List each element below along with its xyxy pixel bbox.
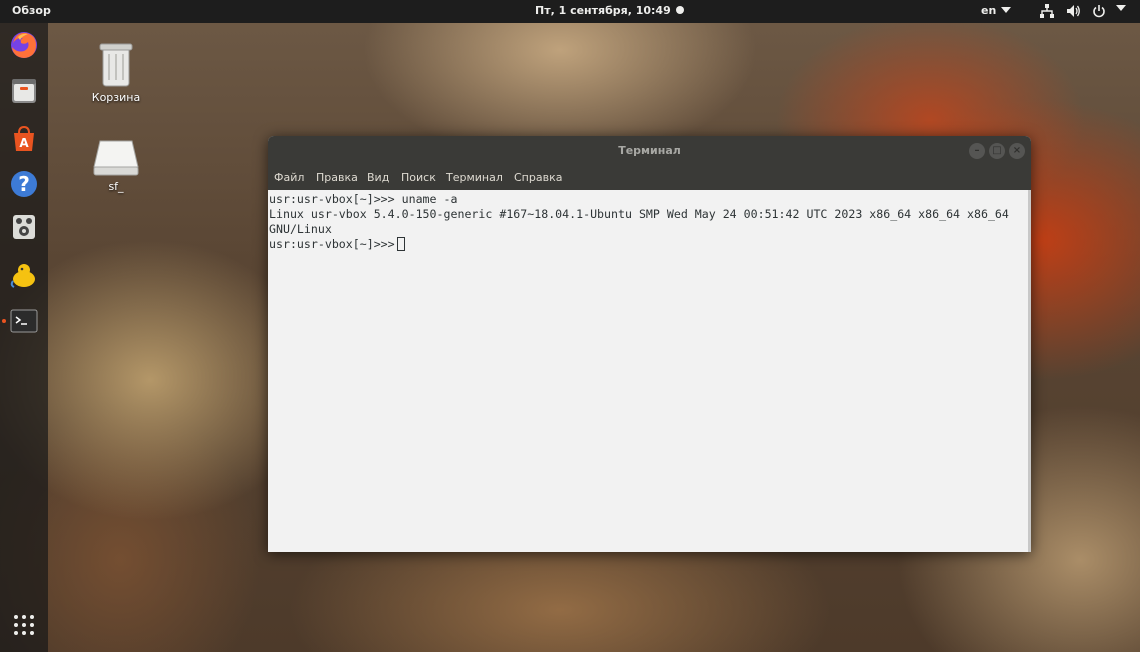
rhythmbox-icon[interactable]: [8, 211, 40, 243]
power-icon[interactable]: [1092, 4, 1106, 18]
menu-help[interactable]: Справка: [514, 171, 562, 184]
firefox-icon[interactable]: [8, 29, 40, 61]
terminal-prompt: usr:usr-vbox[~]>>>: [269, 237, 395, 251]
terminal-line: Linux usr-vbox 5.4.0-150-generic #167~18…: [269, 207, 1009, 221]
terminal-icon[interactable]: [8, 305, 40, 337]
running-indicator: [2, 319, 6, 323]
top-bar: Обзор Пт, 1 сентября, 10:49 en: [0, 0, 1140, 23]
maximize-button[interactable]: □: [989, 143, 1005, 159]
menu-terminal[interactable]: Терминал: [446, 171, 503, 184]
clock-button[interactable]: Пт, 1 сентября, 10:49: [535, 4, 684, 17]
clock-label: Пт, 1 сентября, 10:49: [535, 4, 671, 17]
terminal-line: GNU/Linux: [269, 222, 332, 236]
terminal-cursor: [396, 237, 405, 251]
terminal-window[interactable]: Терминал – □ × Файл Правка Вид Поиск Тер…: [268, 136, 1031, 552]
terminal-output[interactable]: usr:usr-vbox[~]>>> uname -a Linux usr-vbo…: [268, 190, 1031, 552]
terminal-scrollbar[interactable]: [1028, 190, 1031, 552]
close-button[interactable]: ×: [1009, 143, 1025, 159]
sharing-icon[interactable]: [8, 259, 40, 291]
menu-edit[interactable]: Правка: [316, 171, 358, 184]
trash-label: Корзина: [91, 91, 141, 104]
menu-view[interactable]: Вид: [367, 171, 389, 184]
svg-text:A: A: [19, 136, 29, 150]
svg-text:?: ?: [18, 172, 30, 196]
terminal-line: usr:usr-vbox[~]>>> uname -a: [269, 192, 458, 206]
dock: A ?: [0, 23, 48, 652]
terminal-prompt-line: usr:usr-vbox[~]>>>: [269, 237, 1031, 252]
terminal-menubar: Файл Правка Вид Поиск Терминал Справка: [268, 165, 1031, 190]
minimize-button[interactable]: –: [969, 143, 985, 159]
language-selector[interactable]: en: [981, 4, 1012, 17]
menu-search[interactable]: Поиск: [401, 171, 436, 184]
menu-file[interactable]: Файл: [274, 171, 304, 184]
drive-icon: [93, 140, 139, 176]
software-center-icon[interactable]: A: [8, 123, 40, 155]
activities-button[interactable]: Обзор: [12, 4, 51, 17]
trash-icon: [99, 43, 133, 87]
desktop-drive[interactable]: sf_: [80, 137, 152, 193]
notification-dot-icon: [675, 6, 684, 14]
network-icon[interactable]: [1040, 4, 1054, 18]
chevron-down-icon: [1001, 7, 1012, 13]
show-applications-icon[interactable]: [12, 613, 36, 637]
volume-icon[interactable]: [1066, 4, 1080, 18]
help-icon[interactable]: ?: [8, 168, 40, 200]
system-menu-chevron-icon[interactable]: [1116, 5, 1126, 11]
language-label: en: [981, 4, 997, 17]
files-icon[interactable]: [8, 75, 40, 107]
desktop-trash[interactable]: Корзина: [80, 40, 152, 104]
terminal-titlebar[interactable]: Терминал – □ ×: [268, 136, 1031, 165]
window-title: Терминал: [618, 144, 681, 157]
drive-label: sf_: [108, 180, 124, 193]
